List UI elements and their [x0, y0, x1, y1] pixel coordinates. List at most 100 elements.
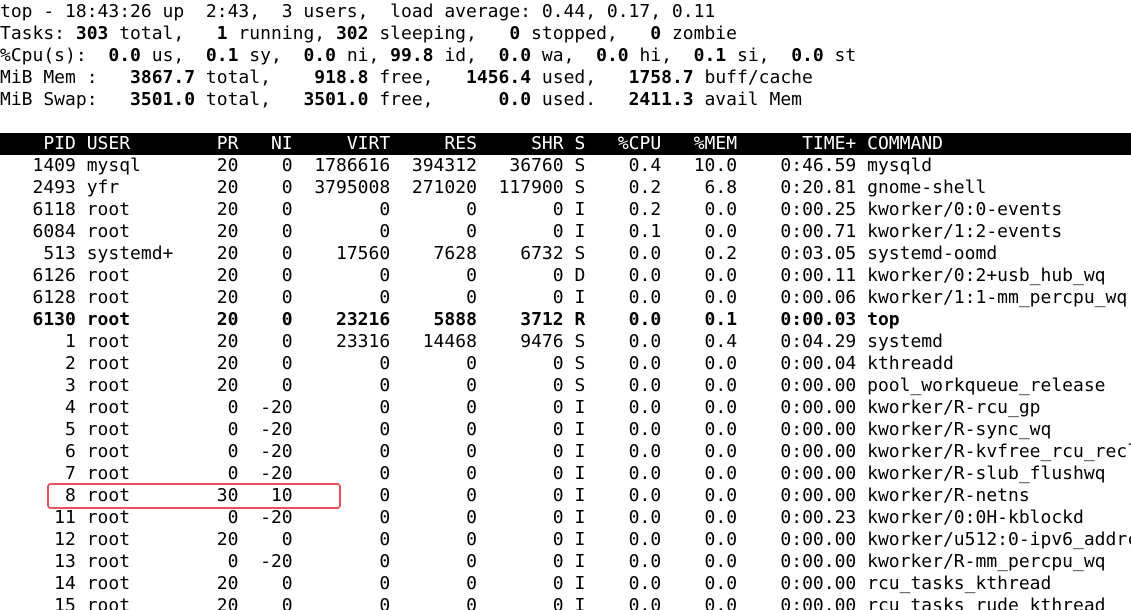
- cell-user: root: [86, 529, 185, 550]
- cell-ni: 0: [249, 309, 293, 330]
- cell-ni: -20: [249, 551, 293, 572]
- process-row[interactable]: 2 root 20 0 0 0 0 S 0.0 0.0 0:00.04 kthr…: [0, 353, 1131, 375]
- process-row[interactable]: 11 root 0 -20 0 0 0 I 0.0 0.0 0:00.23 kw…: [0, 507, 1131, 529]
- process-row[interactable]: 4 root 0 -20 0 0 0 I 0.0 0.0 0:00.00 kwo…: [0, 397, 1131, 419]
- summary-text: zombie: [661, 23, 737, 44]
- cell-virt: 0: [303, 397, 391, 418]
- cell-res: 0: [401, 463, 477, 484]
- cell-mem: 0.0: [672, 199, 738, 220]
- cell-shr: 0: [487, 375, 564, 396]
- cell-mem: 0.4: [672, 331, 738, 352]
- cell-pr: 20: [195, 331, 239, 352]
- cell-command: systemd-oomd: [867, 243, 998, 264]
- cell-pr: 20: [195, 309, 239, 330]
- cell-ni: 0: [249, 177, 293, 198]
- process-row[interactable]: 6128 root 20 0 0 0 0 I 0.0 0.0 0:00.06 k…: [0, 287, 1131, 309]
- cell-state: D: [574, 265, 597, 286]
- process-row[interactable]: 14 root 20 0 0 0 0 I 0.0 0.0 0:00.00 rcu…: [0, 573, 1131, 595]
- cell-mem: 0.0: [672, 485, 738, 506]
- terminal-window[interactable]: top - 18:43:26 up 2:43, 3 users, load av…: [0, 0, 1131, 610]
- cell-pid: 6118: [0, 199, 76, 220]
- cell-user: root: [86, 397, 185, 418]
- process-row[interactable]: 6084 root 20 0 0 0 0 I 0.1 0.0 0:00.71 k…: [0, 221, 1131, 243]
- process-row[interactable]: 6118 root 20 0 0 0 0 I 0.2 0.0 0:00.25 k…: [0, 199, 1131, 221]
- cell-state: I: [574, 507, 597, 528]
- cell-ni: 0: [249, 221, 293, 242]
- cell-cpu: 0.0: [606, 353, 662, 374]
- process-row[interactable]: 5 root 0 -20 0 0 0 I 0.0 0.0 0:00.00 kwo…: [0, 419, 1131, 441]
- cell-virt: 23316: [303, 331, 391, 352]
- process-row[interactable]: 6 root 0 -20 0 0 0 I 0.0 0.0 0:00.00 kwo…: [0, 441, 1131, 463]
- cell-mem: 0.0: [672, 353, 738, 374]
- summary-value: 0.1: [205, 45, 239, 66]
- summary-value: 0: [650, 23, 662, 44]
- cell-pr: 20: [195, 177, 239, 198]
- cell-command: kworker/R-slub_flushwq: [867, 463, 1106, 484]
- cell-shr: 36760: [487, 155, 564, 176]
- cell-cpu: 0.0: [606, 529, 662, 550]
- process-row[interactable]: 513 systemd+ 20 0 17560 7628 6732 S 0.0 …: [0, 243, 1131, 265]
- process-row[interactable]: 2493 yfr 20 0 3795008 271020 117900 S 0.…: [0, 177, 1131, 199]
- cell-mem: 0.0: [672, 287, 738, 308]
- cell-virt: 0: [303, 199, 391, 220]
- process-row[interactable]: 6126 root 20 0 0 0 0 D 0.0 0.0 0:00.11 k…: [0, 265, 1131, 287]
- process-row[interactable]: 3 root 20 0 0 0 0 S 0.0 0.0 0:00.00 pool…: [0, 375, 1131, 397]
- cell-virt: 1786616: [303, 155, 391, 176]
- cell-time: 0:00.00: [747, 595, 857, 610]
- process-row[interactable]: 12 root 20 0 0 0 0 I 0.0 0.0 0:00.00 kwo…: [0, 529, 1131, 551]
- process-row[interactable]: 6130 root 20 0 23216 5888 3712 R 0.0 0.1…: [0, 309, 1131, 331]
- cell-pr: 0: [195, 441, 239, 462]
- summary-value: 0.0: [303, 45, 336, 66]
- process-row[interactable]: 15 root 20 0 0 0 0 I 0.0 0.0 0:00.00 rcu…: [0, 595, 1131, 610]
- cell-cpu: 0.0: [606, 309, 662, 330]
- process-row[interactable]: 7 root 0 -20 0 0 0 I 0.0 0.0 0:00.00 kwo…: [0, 463, 1131, 485]
- cell-pr: 20: [195, 573, 239, 594]
- process-row[interactable]: 13 root 0 -20 0 0 0 I 0.0 0.0 0:00.00 kw…: [0, 551, 1131, 573]
- cell-user: root: [86, 287, 185, 308]
- process-row[interactable]: 1409 mysql 20 0 1786616 394312 36760 S 0…: [0, 155, 1131, 177]
- summary-line: Tasks: 303 total, 1 running, 302 sleepin…: [0, 23, 1131, 45]
- cell-cpu: 0.0: [606, 243, 662, 264]
- process-row[interactable]: 1 root 20 0 23316 14468 9476 S 0.0 0.4 0…: [0, 331, 1131, 353]
- cell-pr: 20: [195, 243, 239, 264]
- cell-cpu: 0.1: [606, 221, 662, 242]
- cell-virt: 0: [303, 221, 391, 242]
- summary-text: stopped,: [520, 23, 651, 44]
- cell-virt: 0: [303, 265, 391, 286]
- cell-pr: 20: [195, 199, 239, 220]
- cell-ni: 0: [249, 199, 293, 220]
- cell-shr: 0: [487, 221, 564, 242]
- cell-state: I: [574, 287, 597, 308]
